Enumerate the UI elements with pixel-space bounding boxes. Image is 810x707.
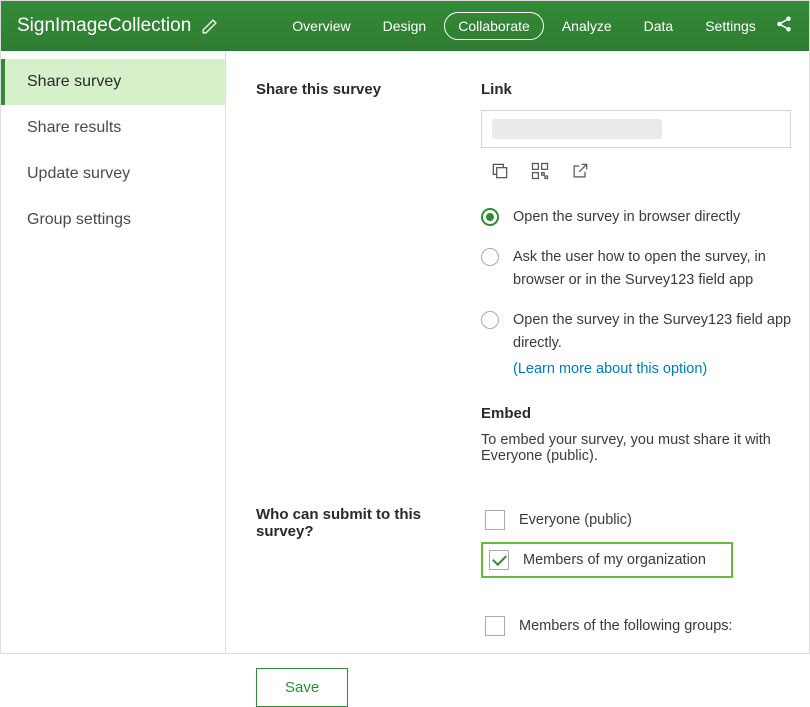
checkbox-org-members[interactable] xyxy=(489,550,509,570)
embed-text: To embed your survey, you must share it … xyxy=(481,432,809,464)
nav-overview[interactable]: Overview xyxy=(278,12,364,40)
highlighted-org-option: Members of my organization xyxy=(481,542,733,578)
learn-more-link[interactable]: (Learn more about this option) xyxy=(513,358,707,380)
checkbox-everyone[interactable] xyxy=(485,510,505,530)
main-panel: Share this survey Link xyxy=(226,51,809,653)
radio-ask-user[interactable] xyxy=(481,248,499,266)
checkbox-groups[interactable] xyxy=(485,616,505,636)
submit-checkbox-group: Everyone (public) Members of my organiza… xyxy=(481,506,809,648)
checkbox-groups-label: Members of the following groups: xyxy=(519,618,733,634)
open-external-icon[interactable] xyxy=(569,160,591,182)
sidebar-item-share-results[interactable]: Share results xyxy=(1,105,225,151)
nav-collaborate[interactable]: Collaborate xyxy=(444,12,544,40)
sidebar-item-update-survey[interactable]: Update survey xyxy=(1,151,225,197)
edit-icon[interactable] xyxy=(201,18,218,35)
sidebar-item-group-settings[interactable]: Group settings xyxy=(1,197,225,243)
radio-open-fieldapp[interactable] xyxy=(481,311,499,329)
nav-analyze[interactable]: Analyze xyxy=(548,12,626,40)
link-label: Link xyxy=(481,81,809,98)
link-value-placeholder xyxy=(492,119,662,139)
nav-data[interactable]: Data xyxy=(630,12,688,40)
share-icon[interactable] xyxy=(775,15,793,38)
main-nav: Overview Design Collaborate Analyze Data… xyxy=(278,12,770,40)
sidebar-item-share-survey[interactable]: Share survey xyxy=(1,59,225,105)
qrcode-icon[interactable] xyxy=(529,160,551,182)
radio-open-browser[interactable] xyxy=(481,208,499,226)
nav-settings[interactable]: Settings xyxy=(691,12,770,40)
open-mode-radio-group: Open the survey in browser directly Ask … xyxy=(481,206,809,381)
app-header: SignImageCollection Overview Design Coll… xyxy=(1,1,809,51)
share-survey-label: Share this survey xyxy=(256,81,481,98)
radio-ask-user-label: Ask the user how to open the survey, in … xyxy=(513,246,809,291)
sidebar: Share survey Share results Update survey… xyxy=(1,51,226,653)
who-submit-label: Who can submit to this survey? xyxy=(256,506,481,540)
survey-title: SignImageCollection xyxy=(17,15,191,37)
checkbox-org-members-label: Members of my organization xyxy=(523,552,706,568)
radio-open-fieldapp-label: Open the survey in the Survey123 field a… xyxy=(513,309,809,380)
copy-icon[interactable] xyxy=(489,160,511,182)
embed-label: Embed xyxy=(481,405,809,422)
checkbox-everyone-label: Everyone (public) xyxy=(519,512,632,528)
nav-design[interactable]: Design xyxy=(369,12,441,40)
link-input[interactable] xyxy=(481,110,791,148)
radio-open-browser-label: Open the survey in browser directly xyxy=(513,206,740,228)
save-button[interactable]: Save xyxy=(256,668,348,707)
